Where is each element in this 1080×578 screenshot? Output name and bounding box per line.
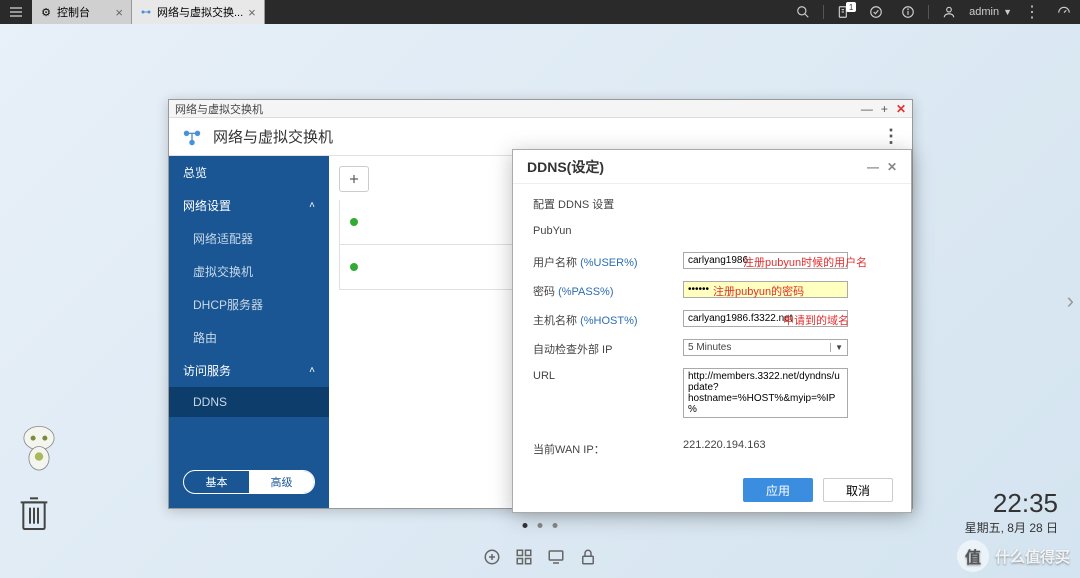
topbar: ⚙ 控制台 × 网络与虚拟交换... × 1 admi [0,0,1080,24]
network-icon [181,126,203,148]
devices-button[interactable] [860,0,892,24]
username-annotation: 注册pubyun时候的用户名 [743,254,867,270]
sidebar-item-overview[interactable]: 总览 [169,156,329,189]
chevron-up-icon: ˄ [309,365,315,376]
dialog-titlebar[interactable]: DDNS(设定) — ✕ [513,150,911,184]
network-icon [140,6,152,18]
search-button[interactable] [787,0,819,24]
tab-label: 网络与虚拟交换... [157,4,243,20]
grid-icon[interactable] [515,548,533,566]
apply-button[interactable]: 应用 [743,478,813,502]
close-icon[interactable]: × [248,5,256,20]
topbar-right: 1 admin ▼ ⋮ [787,0,1080,24]
toggle-basic[interactable]: 基本 [184,471,249,493]
clock-time: 22:35 [965,488,1058,519]
tab-network-switch[interactable]: 网络与虚拟交换... × [132,0,265,24]
autocheck-select[interactable]: 5 Minutes ▼ [683,339,848,356]
monitor-icon[interactable] [547,548,565,566]
dot[interactable] [553,523,558,528]
provider-label: PubYun [533,223,683,237]
main-content: DDNS(设定) —✕ 配置 DDNS 设置 PubYun 用户名称 (%USE… [329,156,912,508]
status-dot [350,218,358,226]
tabs: ⚙ 控制台 × 网络与虚拟交换... × [32,0,265,24]
tab-control-panel[interactable]: ⚙ 控制台 × [32,0,132,24]
more-button[interactable]: ⋮ [882,126,900,147]
sidebar-item-ddns[interactable]: DDNS [169,387,329,417]
dot[interactable] [538,523,543,528]
sidebar-item-dhcp[interactable]: DHCP服务器 [169,288,329,321]
watermark-icon: 值 [957,540,989,572]
minimize-button[interactable]: — [861,102,873,116]
sidebar-item-vswitch[interactable]: 虚拟交换机 [169,255,329,288]
clock-date: 星期五, 8月 28 日 [965,519,1058,536]
password-annotation: 注册pubyun的密码 [713,283,804,299]
ddns-dialog: DDNS(设定) —✕ 配置 DDNS 设置 PubYun 用户名称 (%USE… [512,149,912,513]
desktop: 网络与虚拟交换机 — + ✕ 网络与虚拟交换机 ⋮ 总览 网络设置˄ 网络适配器… [0,24,1080,578]
watermark: 值 什么值得买 [957,540,1070,572]
sidebar: 总览 网络设置˄ 网络适配器 虚拟交换机 DHCP服务器 路由 访问服务˄ DD… [169,156,329,508]
tab-label: 控制台 [57,4,90,20]
dialog-heading: 配置 DDNS 设置 [533,194,683,212]
window-titlebar[interactable]: 网络与虚拟交换机 — + ✕ [169,100,912,118]
sidebar-item-adapters[interactable]: 网络适配器 [169,222,329,255]
window-title: 网络与虚拟交换机 [213,126,333,147]
menu-button[interactable] [0,0,32,24]
sidebar-item-access-services[interactable]: 访问服务˄ [169,354,329,387]
admin-label[interactable]: admin [965,6,1003,18]
next-desktop-button[interactable]: › [1067,288,1074,314]
close-button[interactable]: ✕ [896,102,906,116]
user-button[interactable] [933,0,965,24]
link-icon[interactable] [483,548,501,566]
bottom-toolbar [483,548,597,566]
clock: 22:35 星期五, 8月 28 日 [965,488,1058,536]
window-controls: — + ✕ [861,102,906,116]
minimize-button[interactable]: — [867,160,879,174]
sidebar-item-network-settings[interactable]: 网络设置˄ [169,189,329,222]
dashboard-button[interactable] [1048,0,1080,24]
window-titlebar-text: 网络与虚拟交换机 [175,101,263,117]
chevron-down-icon[interactable]: ▼ [1003,7,1012,17]
watermark-text: 什么值得买 [995,546,1070,567]
wan-ip-value: 221.220.194.163 [683,439,891,451]
lock-icon[interactable] [579,548,597,566]
chevron-up-icon: ˄ [309,200,315,211]
dot[interactable] [523,523,528,528]
tasks-button[interactable]: 1 [828,0,860,24]
sidebar-item-route[interactable]: 路由 [169,321,329,354]
gear-icon: ⚙ [40,6,52,18]
cancel-button[interactable]: 取消 [823,478,893,502]
toggle-advanced[interactable]: 高级 [249,471,314,493]
assistant-icon[interactable] [18,423,60,473]
trash-icon[interactable] [18,493,50,533]
url-textarea[interactable] [683,368,848,418]
dialog-title: DDNS(设定) [527,157,604,177]
hostname-annotation: 申请到的域名 [783,312,849,328]
maximize-button[interactable]: + [881,102,888,116]
close-button[interactable]: ✕ [887,160,897,174]
pagination-dots[interactable] [523,523,558,528]
status-dot [350,263,358,271]
more-button[interactable]: ⋮ [1016,0,1048,24]
info-button[interactable] [892,0,924,24]
close-icon[interactable]: × [115,5,123,20]
add-button[interactable] [339,166,369,192]
badge: 1 [846,2,856,12]
mode-toggle[interactable]: 基本 高级 [183,470,315,494]
app-window: 网络与虚拟交换机 — + ✕ 网络与虚拟交换机 ⋮ 总览 网络设置˄ 网络适配器… [168,99,913,509]
chevron-down-icon: ▼ [830,343,843,352]
